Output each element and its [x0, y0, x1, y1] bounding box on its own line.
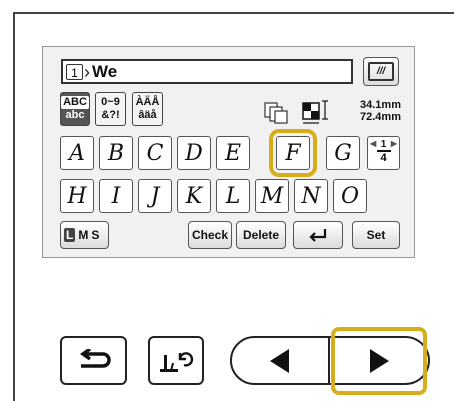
numbers-symbols-button[interactable]: 0~9 &?! [95, 92, 126, 126]
enter-button[interactable] [293, 221, 343, 249]
back-button[interactable] [60, 336, 127, 385]
page-next-icon: ▶ [390, 139, 397, 148]
previous-icon [270, 348, 289, 373]
delete-button[interactable]: Delete [236, 221, 286, 249]
uppercase-lowercase-button[interactable]: ABC abc [60, 92, 90, 126]
page-current: 1 [380, 139, 387, 150]
key-I[interactable]: I [99, 179, 133, 213]
frame-display-button[interactable]: /// [363, 57, 399, 86]
accented-characters-button[interactable]: ÀÄÅ âäå [132, 92, 163, 126]
key-L[interactable]: L [216, 179, 250, 213]
accent-top-label: ÀÄÅ [135, 96, 160, 108]
page-selector[interactable]: ◀ 1 ▶ 4 [367, 136, 400, 170]
key-M[interactable]: M [255, 179, 289, 213]
previous-button[interactable] [230, 336, 330, 385]
presser-foot-rotate-icon [160, 351, 194, 372]
key-D[interactable]: D [177, 136, 211, 170]
abc-lower-label: abc [65, 109, 85, 121]
check-button[interactable]: Check [188, 221, 232, 249]
presser-foot-rotate-button[interactable] [148, 336, 204, 385]
key-H[interactable]: H [60, 179, 94, 213]
abc-upper-label: ABC [61, 96, 89, 109]
page-prev-icon: ◀ [370, 139, 377, 148]
chevron-right-icon: › [84, 61, 90, 82]
size-s: S [91, 228, 100, 242]
embroidery-frame-icon: /// [368, 62, 394, 81]
panel-border-left [13, 12, 15, 401]
key-K[interactable]: K [177, 179, 211, 213]
key-C[interactable]: C [138, 136, 172, 170]
set-button[interactable]: Set [352, 221, 400, 249]
page-total: 4 [380, 151, 387, 164]
pattern-size-icon [264, 100, 328, 124]
key-F-selected[interactable]: F [269, 129, 317, 177]
key-E[interactable]: E [216, 136, 250, 170]
num-top-label: 0~9 [101, 96, 120, 108]
key-G[interactable]: G [326, 136, 360, 170]
key-A[interactable]: A [60, 136, 94, 170]
enter-icon [309, 229, 327, 242]
text-value: We [92, 61, 118, 81]
lcd-screen: 1 › We /// ABC abc 0~9 &?! ÀÄÅ âäå 34.1m… [42, 46, 415, 258]
size-m: M [78, 228, 89, 242]
panel-border-top [13, 12, 454, 14]
key-J[interactable]: J [138, 179, 172, 213]
pattern-width: 72.4mm [360, 111, 401, 123]
num-bottom-label: &?! [101, 109, 120, 121]
key-B[interactable]: B [99, 136, 133, 170]
next-button-highlight [331, 327, 427, 395]
back-arrow-icon [79, 348, 111, 368]
key-N[interactable]: N [294, 179, 328, 213]
pattern-size-readout: 34.1mm 72.4mm [360, 99, 401, 123]
size-l-selected: L [64, 228, 76, 242]
slot-number: 1 [66, 63, 83, 80]
text-input-field[interactable]: 1 › We [61, 59, 353, 84]
accent-bottom-label: âäå [138, 109, 157, 121]
character-size-button[interactable]: L M S [60, 221, 109, 249]
pattern-height: 34.1mm [360, 99, 401, 111]
key-O[interactable]: O [333, 179, 367, 213]
